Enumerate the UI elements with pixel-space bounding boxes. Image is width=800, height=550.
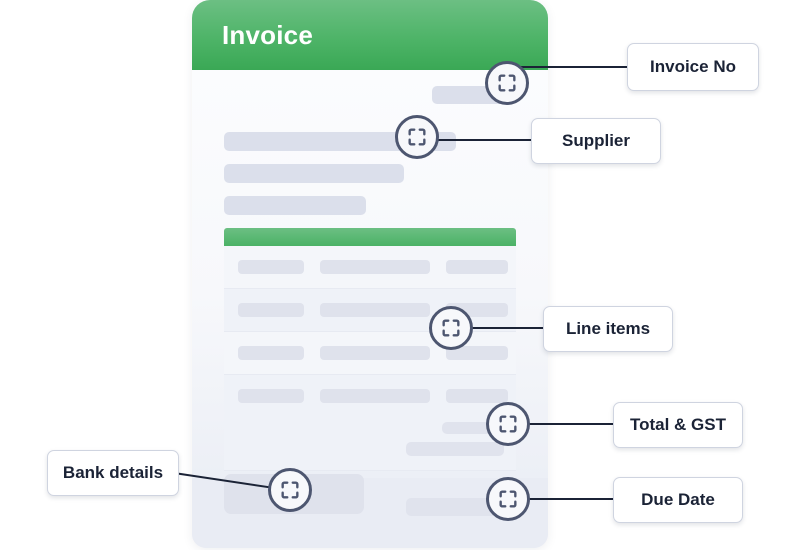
scan-marker-due-date[interactable] [486, 477, 530, 521]
scan-frame-icon [281, 481, 299, 499]
scan-frame-icon [499, 415, 517, 433]
table-cell [446, 389, 508, 403]
callout-line-items[interactable]: Line items [543, 306, 673, 352]
table-header-row [224, 228, 516, 246]
callout-total-gst[interactable]: Total & GST [613, 402, 743, 448]
connector-due-date [519, 498, 616, 500]
scan-marker-supplier[interactable] [395, 115, 439, 159]
table-cell [446, 260, 508, 274]
gst-amount-placeholder [406, 442, 504, 456]
callout-supplier[interactable]: Supplier [531, 118, 661, 164]
scan-marker-total-gst[interactable] [486, 402, 530, 446]
table-cell [238, 389, 304, 403]
table-row [224, 332, 516, 375]
scan-frame-icon [499, 490, 517, 508]
scan-frame-icon [442, 319, 460, 337]
callout-due-date[interactable]: Due Date [613, 477, 743, 523]
connector-total-gst [519, 423, 616, 425]
table-cell [320, 303, 430, 317]
connector-supplier [430, 139, 534, 141]
callout-bank-details[interactable]: Bank details [47, 450, 179, 496]
connector-invoice-no [518, 66, 630, 68]
scan-frame-icon [498, 74, 516, 92]
callout-label: Due Date [641, 490, 715, 509]
callout-label: Line items [565, 319, 651, 338]
callout-invoice-no[interactable]: Invoice No [627, 43, 759, 91]
table-cell [238, 346, 304, 360]
callout-label: Supplier [561, 131, 630, 150]
connector-line-items [462, 327, 546, 329]
callout-label: Total & GST [629, 415, 726, 434]
line-items-table [224, 228, 516, 414]
illustration-canvas: Invoice Invoice No Supplier Line items T… [0, 0, 800, 550]
callout-label: Invoice No [650, 57, 736, 76]
table-cell [320, 260, 430, 274]
totals-panel [224, 414, 516, 471]
table-cell [238, 303, 304, 317]
supplier-line-2-placeholder [224, 164, 404, 183]
scan-frame-icon [408, 128, 426, 146]
table-row [224, 246, 516, 289]
supplier-line-3-placeholder [224, 196, 366, 215]
scan-marker-line-items[interactable] [429, 306, 473, 350]
page-title: Invoice [222, 20, 313, 50]
table-cell [238, 260, 304, 274]
table-cell [320, 389, 430, 403]
table-cell [320, 346, 430, 360]
callout-label: Bank details [62, 463, 164, 482]
scan-marker-invoice-no[interactable] [485, 61, 529, 105]
scan-marker-bank-details[interactable] [268, 468, 312, 512]
table-row [224, 375, 516, 414]
